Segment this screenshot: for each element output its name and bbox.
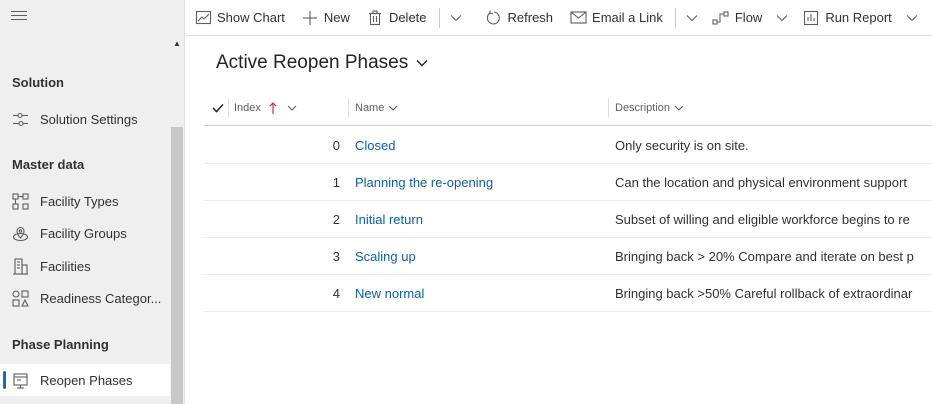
email-link-button[interactable]: Email a Link (561, 0, 671, 36)
column-header-index[interactable]: Index (234, 90, 297, 126)
sidebar-item-label: Facility Types (40, 193, 119, 209)
run-report-chevron-icon[interactable] (900, 0, 924, 36)
email-link-label: Email a Link (592, 10, 663, 25)
sidebar-item-readiness-categories[interactable]: Readiness Categor... (0, 282, 170, 314)
flow-button[interactable]: Flow (704, 0, 770, 36)
column-header-label: Description (615, 102, 671, 114)
site-map-sidebar: ▲ Solution Solution Settings Master data… (0, 0, 185, 404)
column-header-name[interactable]: Name (355, 90, 398, 126)
sidebar-item-label: Facility Groups (40, 225, 127, 241)
command-separator (438, 7, 440, 28)
column-chevron-down-icon (388, 105, 398, 111)
calendar-icon (11, 371, 29, 389)
delete-label: Delete (388, 10, 427, 25)
command-bar: Show Chart New Delete Refresh Email a Li… (186, 0, 932, 36)
sidebar-item-label: Reopen Phases (40, 372, 133, 388)
cell-name-link[interactable]: Scaling up (355, 238, 605, 274)
trash-icon (366, 9, 384, 27)
run-report-button[interactable]: Run Report (794, 0, 899, 36)
sidebar-item-label: Facilities (40, 258, 91, 274)
plus-icon (301, 9, 319, 27)
cell-name-link[interactable]: Planning the re-opening (355, 164, 605, 200)
cell-description: Can the location and physical environmen… (615, 174, 907, 190)
column-header-label: Name (355, 102, 385, 114)
flow-chevron-icon[interactable] (770, 0, 794, 36)
report-icon (802, 9, 820, 27)
categories-icon (11, 289, 29, 307)
new-label: New (323, 10, 350, 25)
group-title-solution: Solution (12, 75, 64, 90)
delete-button[interactable]: Delete (358, 0, 435, 36)
cell-name-link[interactable]: Initial return (355, 201, 605, 237)
table-row[interactable]: 2 Initial return Subset of willing and e… (204, 201, 932, 238)
sidebar-item-facility-types[interactable]: Facility Types (0, 185, 170, 217)
email-dropdown-chevron-icon[interactable] (680, 0, 704, 36)
table-row[interactable]: 1 Planning the re-opening Can the locati… (204, 164, 932, 201)
cell-index: 1 (332, 174, 340, 190)
refresh-button[interactable]: Refresh (477, 0, 562, 36)
building-icon (11, 257, 29, 275)
cell-name-link[interactable]: Closed (355, 127, 605, 163)
sidebar-item-facilities[interactable]: Facilities (0, 250, 170, 282)
sort-ascending-arrow-icon (269, 102, 277, 114)
cell-index: 3 (332, 248, 340, 264)
facility-types-icon (11, 192, 29, 210)
table-row[interactable]: 0 Closed Only security is on site. (204, 127, 932, 164)
refresh-icon (485, 9, 503, 27)
sidebar-item-label: Readiness Categor... (40, 290, 162, 306)
column-divider (228, 98, 229, 118)
column-chevron-down-icon (287, 105, 297, 111)
sidebar-item-solution-settings[interactable]: Solution Settings (0, 103, 170, 135)
hamburger-menu-icon[interactable] (11, 11, 27, 23)
cell-description: Only security is on site. (615, 137, 749, 153)
cell-name-link[interactable]: New normal (355, 275, 605, 311)
chart-icon (194, 9, 212, 27)
table-row[interactable]: 4 New normal Bringing back >50% Careful … (204, 275, 932, 312)
view-selector[interactable]: Active Reopen Phases (216, 52, 428, 74)
cell-description: Bringing back > 20% Compare and iterate … (615, 248, 914, 264)
cell-description: Subset of willing and eligible workforce… (615, 211, 910, 227)
sidebar-item-label: Solution Settings (40, 111, 138, 127)
cell-index: 2 (332, 211, 340, 227)
show-chart-button[interactable]: Show Chart (186, 0, 293, 36)
column-divider (608, 98, 609, 118)
column-header-label: Index (234, 102, 261, 114)
flow-icon (712, 9, 730, 27)
sidebar-item-facility-groups[interactable]: Facility Groups (0, 217, 170, 249)
scroll-up-arrow-icon[interactable]: ▲ (171, 38, 183, 50)
new-button[interactable]: New (293, 0, 358, 36)
column-header-description[interactable]: Description (615, 90, 684, 126)
column-divider (348, 98, 349, 118)
run-report-label: Run Report (825, 10, 892, 25)
command-separator (674, 7, 676, 28)
group-title-phase-planning: Phase Planning (12, 337, 109, 352)
sidebar-scroll-thumb[interactable] (171, 127, 183, 404)
sidebar-item-reopen-phases[interactable]: Reopen Phases (0, 364, 170, 396)
refresh-label: Refresh (507, 10, 554, 25)
flow-label: Flow (734, 10, 763, 25)
view-chevron-down-icon (416, 59, 428, 67)
settings-sliders-icon (11, 110, 29, 128)
more-commands-chevron-icon[interactable] (444, 0, 468, 36)
table-row[interactable]: 3 Scaling up Bringing back > 20% Compare… (204, 238, 932, 275)
grid-header: Index Name Description (204, 90, 932, 126)
cell-description: Bringing back >50% Careful rollback of e… (615, 285, 913, 301)
location-pin-icon (11, 224, 29, 242)
view-title: Active Reopen Phases (216, 52, 409, 73)
select-all-checkmark-icon[interactable] (212, 90, 224, 126)
column-chevron-down-icon (674, 105, 684, 111)
email-link-icon (569, 9, 587, 27)
cell-index: 0 (332, 137, 340, 153)
group-title-master-data: Master data (12, 157, 85, 172)
show-chart-label: Show Chart (217, 10, 285, 25)
cell-index: 4 (332, 285, 340, 301)
